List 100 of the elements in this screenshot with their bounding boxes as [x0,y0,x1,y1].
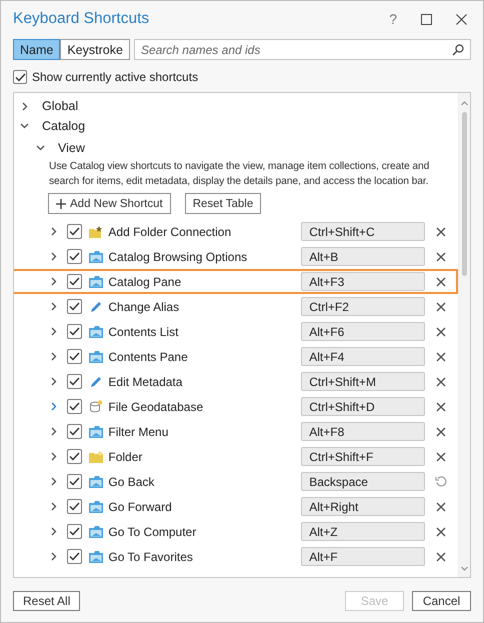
shortcut-name: Catalog Pane [108,274,182,288]
reset-table-button[interactable]: Reset Table [184,193,262,214]
remove-icon[interactable] [436,376,446,386]
category-label[interactable]: Catalog [42,119,86,133]
help-button[interactable]: ? [389,11,397,27]
scroll-up-icon[interactable] [461,101,468,106]
remove-icon[interactable] [436,352,446,362]
database-icon [88,400,103,413]
shortcut-row[interactable]: Catalog Pane Alt+F3 [14,269,458,294]
scrollbar-thumb[interactable] [462,112,467,276]
checkbox[interactable] [13,70,27,84]
shortcut-row[interactable]: Go Forward Alt+Right [14,494,458,519]
keystroke-field[interactable]: Alt+B [301,247,424,266]
shortcut-row[interactable]: Edit Metadata Ctrl+Shift+M [14,369,458,394]
search-mode-tab[interactable]: Name [13,39,60,60]
maximize-icon[interactable] [421,14,432,24]
search-mode-tab[interactable]: Keystroke [60,39,130,60]
close-icon[interactable] [456,14,467,24]
checkbox[interactable] [66,274,82,289]
checkbox[interactable] [66,399,82,414]
keystroke-field[interactable]: Ctrl+F2 [301,297,424,316]
category-label[interactable]: Global [42,99,78,113]
pane-icon [88,326,103,338]
cancel-button[interactable]: Cancel [412,591,471,611]
pane-icon [88,550,103,562]
remove-icon[interactable] [436,502,446,512]
remove-icon[interactable] [436,302,446,312]
checkbox[interactable] [66,424,82,439]
shortcut-name: Filter Menu [108,424,170,438]
shortcut-row[interactable]: Go To Favorites Alt+F [14,544,458,569]
shortcut-row[interactable]: Go Back Backspace [14,469,458,494]
keystroke-field[interactable]: Backspace [301,472,424,491]
shortcut-row[interactable]: Catalog Browsing Options Alt+B [14,244,458,269]
checkbox[interactable] [66,499,82,514]
pane-icon [88,500,103,512]
shortcut-name: Contents Pane [108,350,189,364]
shortcut-name: Catalog Browsing Options [108,250,248,264]
shortcut-row[interactable]: Add Folder Connection Ctrl+Shift+C [14,219,458,244]
remove-icon[interactable] [436,426,446,436]
remove-icon[interactable] [436,452,446,462]
shortcut-name: Add Folder Connection [108,224,232,238]
remove-icon[interactable] [436,526,446,536]
keystroke-field[interactable]: Alt+F6 [301,322,424,341]
reset-icon[interactable] [434,475,448,488]
pane-icon [88,350,103,362]
keystroke-field[interactable]: Ctrl+Shift+F [301,447,424,466]
search-input[interactable]: Search names and ids [140,42,452,56]
shortcut-row[interactable]: Go To Computer Alt+Z [14,519,458,544]
checkbox[interactable] [66,374,82,389]
checkbox[interactable] [66,524,82,539]
keystroke-field[interactable]: Alt+F4 [301,347,424,366]
keystroke-field[interactable]: Alt+Right [301,497,424,516]
shortcut-name: Go To Computer [108,524,198,538]
remove-icon[interactable] [436,402,446,412]
shortcut-name: Go Forward [108,500,173,514]
keystroke-field[interactable]: Alt+Z [301,522,424,541]
checkbox[interactable] [66,224,82,239]
checkbox[interactable] [66,324,82,339]
pencil-icon [90,376,102,388]
remove-icon[interactable] [436,276,446,286]
shortcut-row[interactable]: Change Alias Ctrl+F2 [14,294,458,319]
remove-icon[interactable] [436,226,446,236]
group-label[interactable]: View [58,141,85,155]
search-field[interactable]: Search names and ids [134,39,471,60]
checkbox[interactable] [66,349,82,364]
pencil-icon [90,300,102,312]
remove-icon[interactable] [436,326,446,336]
keystroke-field[interactable]: Ctrl+Shift+M [301,372,424,391]
scroll-down-icon[interactable] [461,566,468,571]
checkbox[interactable] [66,474,82,489]
shortcut-row[interactable]: File Geodatabase Ctrl+Shift+D [14,394,458,419]
pane-icon [88,276,103,288]
remove-icon[interactable] [436,252,446,262]
checkbox[interactable] [66,449,82,464]
shortcut-name: Edit Metadata [108,374,184,388]
shortcut-name: Go Back [108,474,156,488]
keystroke-field[interactable]: Alt+F8 [301,422,424,441]
keystroke-field[interactable]: Alt+F [301,547,424,566]
remove-icon[interactable] [436,552,446,562]
shortcut-name: Folder [108,450,144,464]
keystroke-field[interactable]: Ctrl+Shift+D [301,397,424,416]
folder-star-icon [88,226,103,238]
keystroke-field[interactable]: Alt+F3 [301,272,424,291]
reset-all-button[interactable]: Reset All [13,591,80,611]
shortcut-row[interactable]: Contents List Alt+F6 [14,319,458,344]
shortcut-name: Contents List [108,324,180,338]
checkbox-label: Show currently active shortcuts [32,70,198,84]
add-shortcut-button[interactable]: Add New Shortcut [48,193,171,214]
window-title: Keyboard Shortcuts [13,10,150,28]
checkbox[interactable] [66,299,82,314]
shortcut-row[interactable]: Contents Pane Alt+F4 [14,344,458,369]
shortcut-row[interactable]: Folder Ctrl+Shift+F [14,444,458,469]
checkbox[interactable] [66,249,82,264]
plus-icon [56,198,66,208]
shortcut-row[interactable]: Filter Menu Alt+F8 [14,419,458,444]
pane-icon [88,476,103,488]
pane-icon [88,426,103,438]
keystroke-field[interactable]: Ctrl+Shift+C [301,222,424,241]
checkbox[interactable] [66,549,82,564]
shortcut-name: Change Alias [108,300,180,314]
